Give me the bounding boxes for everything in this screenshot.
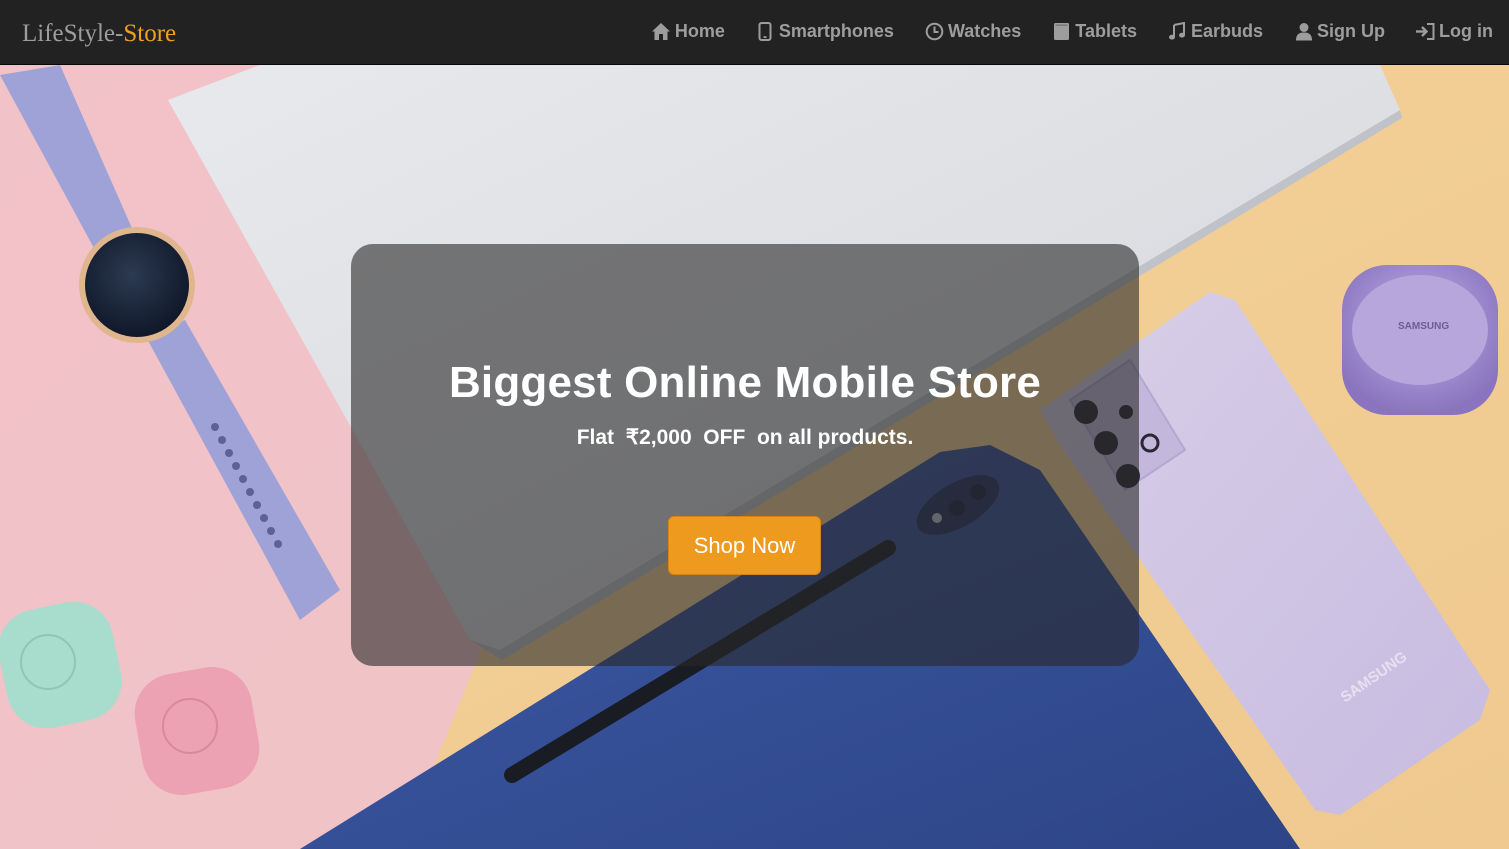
nav-home-label: Home xyxy=(674,20,725,41)
nav-watches[interactable]: Watches xyxy=(909,0,1036,65)
nav-home[interactable]: Home xyxy=(636,0,740,65)
earbuds-logo-text: SAMSUNG xyxy=(1398,321,1449,332)
phone-icon xyxy=(755,21,776,41)
nav-login[interactable]: Log in xyxy=(1400,0,1509,65)
tablet-icon xyxy=(1051,21,1072,41)
hero-subtitle: Flat ₹2,000 OFF on all products. xyxy=(576,426,914,449)
music-note-icon xyxy=(1167,21,1188,41)
clock-icon xyxy=(924,21,945,41)
home-icon xyxy=(651,21,672,41)
nav-login-label: Log in xyxy=(1439,20,1493,41)
brand-prefix: LifeStyle- xyxy=(22,20,124,47)
brand-logo[interactable]: LifeStyle-Store xyxy=(22,20,176,48)
earbuds-case-shape: SAMSUNG xyxy=(1342,265,1498,415)
brand-accent: Store xyxy=(123,20,177,47)
shop-now-button[interactable]: Shop Now xyxy=(668,516,821,575)
main-nav: Home Smartphones Watches Tablets Earbuds xyxy=(636,0,1509,65)
nav-tablets[interactable]: Tablets xyxy=(1036,0,1152,65)
nav-tablets-label: Tablets xyxy=(1075,20,1137,41)
hero-section: SAMSUNG SAMSUNG Biggest Online Mobile St… xyxy=(0,65,1509,849)
nav-earbuds-label: Earbuds xyxy=(1190,20,1264,41)
nav-smartphones[interactable]: Smartphones xyxy=(740,0,909,65)
hero-banner: Biggest Online Mobile Store Flat ₹2,000 … xyxy=(351,244,1139,666)
nav-earbuds[interactable]: Earbuds xyxy=(1152,0,1278,65)
nav-smartphones-label: Smartphones xyxy=(778,20,894,41)
nav-signup[interactable]: Sign Up xyxy=(1278,0,1400,65)
log-in-icon xyxy=(1415,21,1436,41)
nav-signup-label: Sign Up xyxy=(1317,20,1386,41)
nav-watches-label: Watches xyxy=(947,20,1022,41)
hero-title: Biggest Online Mobile Store xyxy=(448,358,1042,407)
user-icon xyxy=(1293,21,1314,41)
top-navbar: LifeStyle-Store Home Smartphones Watches… xyxy=(0,0,1509,65)
